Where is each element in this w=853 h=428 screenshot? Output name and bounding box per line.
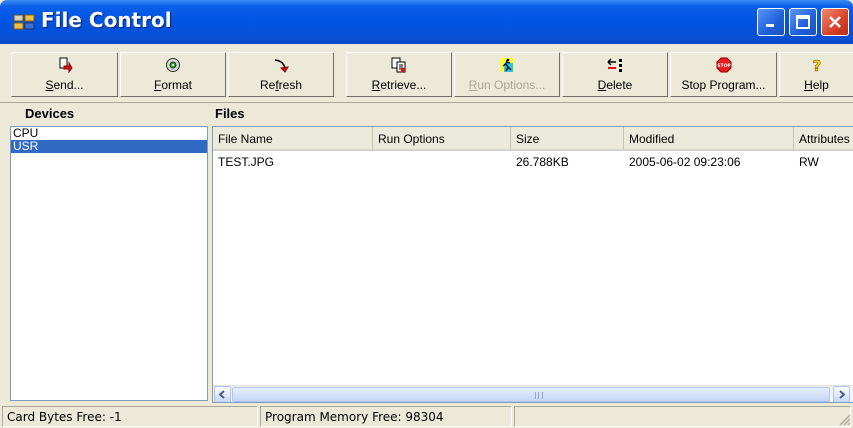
help-label: elp: [812, 78, 829, 92]
svg-text:?: ?: [812, 57, 821, 73]
maximize-button[interactable]: [789, 8, 817, 36]
help-label-mnemonic: H: [804, 78, 813, 92]
help-button[interactable]: ? Help: [779, 52, 853, 97]
delete-button[interactable]: Delete: [562, 52, 668, 97]
stop-program-label: Stop Program...: [681, 78, 766, 92]
retrieve-label: etrieve...: [380, 78, 427, 92]
refresh-button[interactable]: Refresh: [228, 52, 334, 97]
devices-list[interactable]: CPU USR: [10, 126, 208, 401]
chevron-right-icon: [839, 390, 846, 399]
files-table-header: File Name Run Options Size Modified Attr…: [213, 127, 853, 151]
refresh-icon: [274, 59, 289, 73]
column-header-size[interactable]: Size: [511, 127, 624, 151]
send-button[interactable]: Send...: [11, 52, 118, 97]
run-options-label-mnemonic: R: [468, 78, 478, 92]
close-icon: [829, 16, 841, 28]
cell-size: 26.788KB: [516, 155, 569, 169]
device-item-cpu[interactable]: CPU: [11, 127, 207, 140]
run-options-button[interactable]: Run Options...: [454, 52, 560, 97]
delete-label: elete: [606, 78, 633, 92]
app-icon: [13, 14, 35, 30]
column-header-attributes[interactable]: Attributes: [794, 127, 853, 151]
refresh-label: resh: [278, 78, 303, 92]
cell-attributes: RW: [799, 155, 819, 169]
window-title: File Control: [41, 8, 172, 32]
file-control-window: File Control Send... Format Refresh Retr…: [0, 0, 853, 428]
format-button[interactable]: Format: [120, 52, 226, 97]
device-item-usr[interactable]: USR: [11, 140, 207, 153]
run-options-label: un Options...: [477, 78, 546, 92]
status-card-bytes: Card Bytes Free: -1: [2, 406, 258, 427]
status-bar: Card Bytes Free: -1 Program Memory Free:…: [0, 404, 853, 428]
run-options-icon: [500, 58, 514, 72]
close-button[interactable]: [821, 8, 849, 36]
format-disk-icon: [166, 58, 180, 72]
help-icon: ?: [812, 57, 821, 73]
maximize-icon: [796, 15, 810, 29]
delete-icon: [607, 58, 622, 72]
devices-header: Devices: [25, 106, 75, 121]
cell-modified: 2005-06-02 09:23:06: [629, 155, 741, 169]
column-header-run-options[interactable]: Run Options: [373, 127, 511, 151]
resize-grip-icon[interactable]: [837, 412, 851, 426]
minimize-icon: [766, 24, 774, 27]
scroll-left-button[interactable]: [214, 386, 231, 402]
retrieve-label-mnemonic: R: [371, 78, 381, 92]
minimize-button[interactable]: [757, 8, 785, 36]
scrollbar-grip: [535, 392, 543, 399]
scrollbar-thumb[interactable]: [232, 387, 830, 402]
stop-icon: STOP: [716, 57, 731, 73]
column-header-modified[interactable]: Modified: [624, 127, 794, 151]
stop-program-button[interactable]: STOP Stop Program...: [670, 52, 777, 97]
cell-file-name: TEST.JPG: [218, 155, 275, 169]
format-label: ormat: [161, 78, 193, 92]
delete-label-mnemonic: D: [597, 78, 607, 92]
title-bar[interactable]: File Control: [0, 0, 853, 44]
table-row[interactable]: TEST.JPG 26.788KB 2005-06-02 09:23:06 RW: [213, 154, 853, 170]
scroll-right-button[interactable]: [833, 386, 850, 402]
status-panel-extra: [514, 406, 851, 427]
svg-text:STOP: STOP: [717, 63, 731, 69]
refresh-label-pre: Re: [259, 78, 276, 92]
status-program-memory: Program Memory Free: 98304: [260, 406, 512, 427]
chevron-left-icon: [218, 390, 225, 399]
files-header: Files: [215, 106, 245, 121]
retrieve-icon: [391, 57, 406, 73]
toolbar: Send... Format Refresh Retrieve... Run O…: [0, 45, 853, 103]
column-header-file-name[interactable]: File Name: [213, 127, 373, 151]
retrieve-button[interactable]: Retrieve...: [346, 52, 452, 97]
send-label: end...: [53, 78, 84, 92]
files-table[interactable]: File Name Run Options Size Modified Attr…: [212, 126, 853, 403]
horizontal-scrollbar[interactable]: [213, 385, 853, 402]
send-icon: [59, 57, 73, 73]
